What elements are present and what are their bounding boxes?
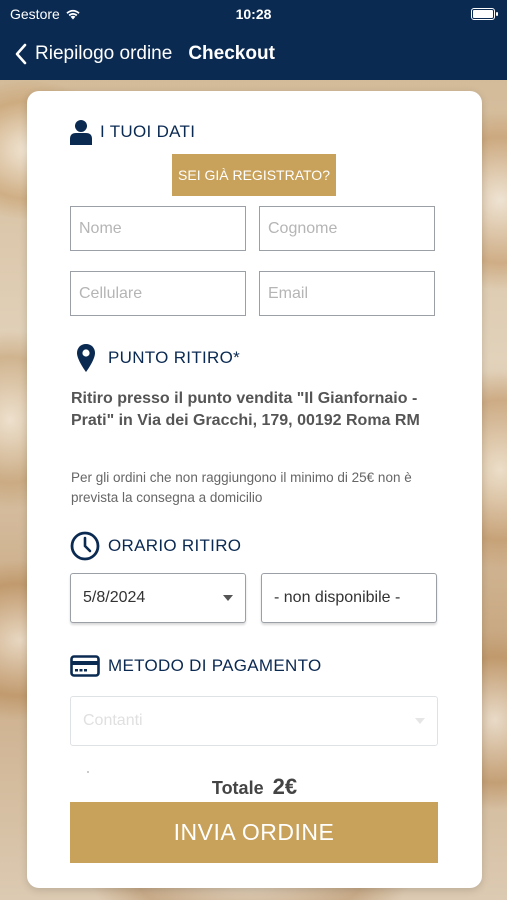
user-data-header: I TUOI DATI <box>70 119 195 145</box>
user-data-title: I TUOI DATI <box>100 122 196 141</box>
total-amount: 2€ <box>272 774 298 799</box>
status-bar: Gestore 10:28 <box>0 0 507 28</box>
time-select[interactable]: - non disponibile - <box>261 573 437 623</box>
credit-card-icon <box>70 655 100 677</box>
payment-title: METODO DI PAGAMENTO <box>108 656 322 675</box>
first-name-field[interactable] <box>70 206 246 251</box>
pickup-time-title: ORARIO RITIRO <box>108 536 242 555</box>
order-total: Totale 2€ <box>27 774 482 800</box>
caret-down-icon <box>223 595 233 601</box>
pickup-address: Ritiro presso il punto vendita "Il Gianf… <box>71 390 420 429</box>
submit-order-button[interactable]: INVIA ORDINE <box>70 802 438 863</box>
email-field[interactable] <box>259 271 435 316</box>
navigation-bar: Riepilogo ordine Checkout <box>0 28 507 80</box>
pickup-point-header: PUNTO RITIRO* <box>76 343 240 373</box>
chevron-left-icon <box>15 43 27 65</box>
pickup-time-header: ORARIO RITIRO <box>70 531 241 561</box>
user-icon <box>70 120 92 145</box>
payment-method-value: Contanti <box>83 712 143 729</box>
date-select[interactable]: 5/8/2024 <box>70 573 246 623</box>
total-label: Totale <box>211 778 264 798</box>
clock: 10:28 <box>235 6 272 22</box>
back-label: Riepilogo ordine <box>35 43 173 64</box>
checkout-card: I TUOI DATI SEI GIÀ REGISTRATO? PUNTO RI… <box>27 91 482 888</box>
payment-header: METODO DI PAGAMENTO <box>70 655 322 677</box>
clock-icon <box>70 531 100 561</box>
page-title: Checkout <box>188 43 275 64</box>
map-pin-icon <box>77 344 95 372</box>
date-select-value: 5/8/2024 <box>83 589 146 606</box>
payment-method-select[interactable]: Contanti <box>70 696 438 746</box>
phone-field[interactable] <box>70 271 246 316</box>
already-registered-button[interactable]: SEI GIÀ REGISTRATO? <box>172 154 336 196</box>
back-button[interactable]: Riepilogo ordine <box>14 43 172 65</box>
pickup-note: Per gli ordini che non raggiungono il mi… <box>71 470 412 505</box>
caret-down-icon <box>415 718 425 724</box>
battery-icon <box>471 8 498 20</box>
time-select-value: - non disponibile - <box>274 589 401 606</box>
last-name-field[interactable] <box>259 206 435 251</box>
divider-dot <box>87 771 89 773</box>
pickup-point-title: PUNTO RITIRO* <box>108 348 241 367</box>
